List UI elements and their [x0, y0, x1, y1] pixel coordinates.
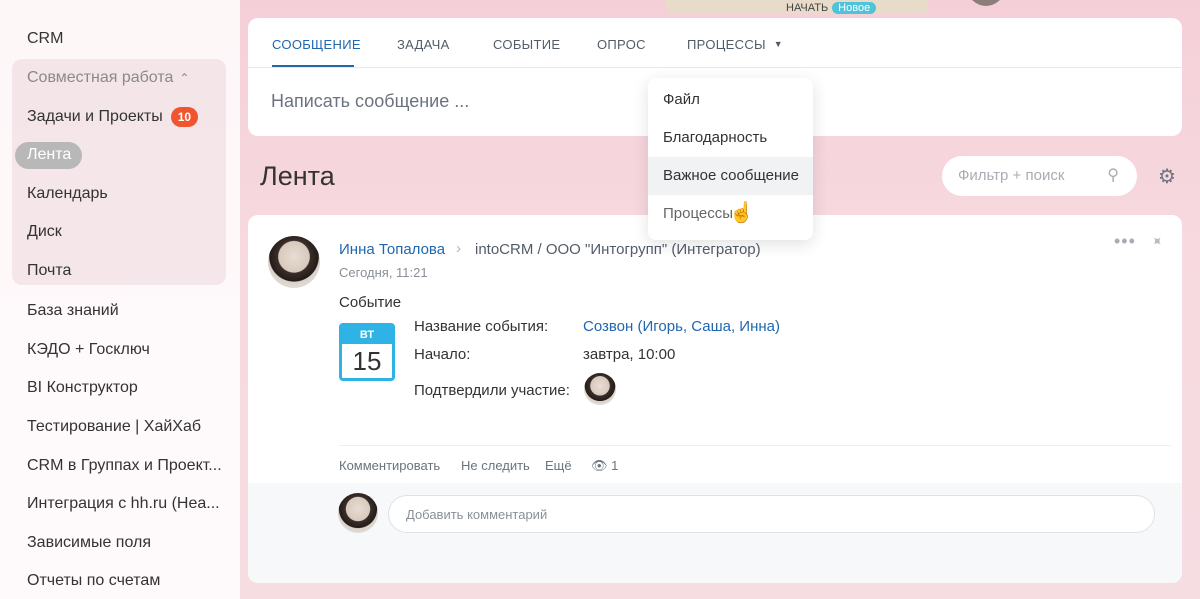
event-name-label: Название события: [414, 318, 549, 335]
sidebar-item-tasks[interactable]: Задачи и Проекты 10 [27, 106, 199, 128]
sidebar-item-label: База знаний [27, 302, 119, 319]
post-type: Событие [339, 294, 402, 311]
unfollow-link[interactable]: Не следить [461, 458, 530, 473]
sidebar-item-crm[interactable]: CRM [27, 28, 63, 50]
left-sidebar: CRM Совместная работа ⌃ Задачи и Проекты 1… [0, 0, 240, 599]
caret-down-icon: ▼ [773, 39, 783, 49]
sidebar-item-invoice-reports[interactable]: Отчеты по счетам [27, 570, 160, 592]
sidebar-item-dependent-fields[interactable]: Зависимые поля [27, 532, 151, 554]
feed-post: Инна Топалова › intoCRM / ООО "Интогрупп… [248, 215, 1182, 583]
chevron-right-icon: › [456, 240, 461, 257]
sidebar-item-label: Диск [27, 223, 62, 240]
sidebar-item-label: Почта [27, 262, 72, 279]
pin-icon[interactable]: ✦ [1147, 231, 1167, 251]
menu-item-file[interactable]: Файл [648, 81, 813, 119]
composer-tabs: СООБЩЕНИЕ ЗАДАЧА СОБЫТИЕ ОПРОС ПРОЦЕССЫ … [248, 18, 1182, 68]
current-user-avatar [338, 493, 378, 533]
divider [339, 445, 1171, 446]
top-promo-banner[interactable]: НАЧАТЬ Новое [666, 0, 928, 14]
calendar-weekday: ВТ [342, 326, 392, 344]
more-dots-icon[interactable]: ••• [1114, 231, 1136, 252]
menu-item-gratitude[interactable]: Благодарность [648, 119, 813, 157]
filter-placeholder: Фильтр + поиск [958, 167, 1065, 184]
sidebar-item-hh-integration[interactable]: Интеграция с hh.ru (Hea... [27, 493, 220, 515]
sidebar-item-label: BI Конструктор [27, 379, 138, 396]
sidebar-group-collaboration[interactable]: Совместная работа ⌃ [27, 67, 189, 89]
sidebar-item-testing[interactable]: Тестирование | ХайХаб [27, 416, 201, 438]
sidebar-item-label: Зависимые поля [27, 534, 151, 551]
sidebar-item-feed[interactable]: Лента [27, 144, 71, 166]
gear-icon[interactable]: ⚙ [1158, 164, 1176, 189]
message-input[interactable]: Написать сообщение ... [271, 91, 469, 112]
sidebar-item-bi[interactable]: BI Конструктор [27, 377, 138, 399]
sidebar-item-crm-groups[interactable]: CRM в Группах и Проект... [27, 455, 222, 477]
tab-task[interactable]: ЗАДАЧА [397, 37, 450, 52]
tab-poll[interactable]: ОПРОС [597, 37, 646, 52]
comment-input[interactable]: Добавить комментарий [388, 495, 1155, 533]
participant-avatar[interactable] [584, 373, 616, 405]
tab-processes[interactable]: ПРОЦЕССЫ ▼ [687, 37, 783, 52]
calendar-day: 15 [352, 346, 382, 376]
start-value: завтра, 10:00 [583, 346, 676, 363]
sidebar-item-label: Совместная работа [27, 69, 174, 86]
user-avatar[interactable] [967, 0, 1005, 6]
hand-cursor-icon: ☝ [729, 202, 754, 224]
start-label: Начало: [414, 346, 471, 363]
confirmed-label: Подтвердили участие: [414, 382, 570, 399]
sidebar-item-label: Лента [27, 146, 72, 163]
menu-item-important-message[interactable]: Важное сообщение [648, 157, 813, 195]
post-destination[interactable]: intoCRM / ООО "Интогрупп" (Интегратор) [475, 241, 761, 258]
sidebar-item-mail[interactable]: Почта [27, 260, 71, 282]
search-icon[interactable]: ⚲ [1107, 156, 1119, 196]
sidebar-item-kedo[interactable]: КЭДО + Госключ [27, 339, 150, 361]
sidebar-group-background [12, 59, 226, 285]
active-tab-underline [272, 65, 354, 67]
post-time[interactable]: Сегодня, 11:21 [339, 265, 428, 280]
sidebar-item-label: Задачи и Проекты [27, 108, 163, 125]
promo-new-badge: Новое [832, 2, 877, 14]
promo-start-label: НАЧАТЬ [786, 2, 829, 14]
more-link[interactable]: Ещё [545, 458, 572, 473]
chevron-up-icon: ⌃ [179, 71, 190, 85]
tab-processes-label: ПРОЦЕССЫ [687, 37, 766, 52]
sidebar-item-label: CRM [27, 30, 64, 47]
tab-event[interactable]: СОБЫТИЕ [493, 37, 560, 52]
views-count: 1 [611, 458, 619, 473]
eye-icon: 👁 [591, 458, 608, 473]
filter-search-input[interactable]: Фильтр + поиск ⚲ [942, 156, 1137, 196]
page-title: Лента [260, 161, 335, 191]
event-name-link[interactable]: Созвон (Игорь, Саша, Инна) [583, 318, 780, 335]
calendar-icon: ВТ 15 [339, 323, 395, 381]
views-counter: 👁 1 [591, 458, 618, 474]
counter-badge: 10 [170, 106, 199, 127]
author-name[interactable]: Инна Топалова [339, 241, 445, 258]
sidebar-item-label: КЭДО + Госключ [27, 341, 150, 358]
author-avatar[interactable] [268, 236, 320, 288]
sidebar-item-label: Календарь [27, 185, 108, 202]
sidebar-item-label: CRM в Группах и Проект... [27, 457, 222, 474]
comment-link[interactable]: Комментировать [339, 458, 440, 473]
sidebar-item-label: Отчеты по счетам [27, 572, 161, 589]
sidebar-item-label: Интеграция с hh.ru (Hea... [27, 495, 220, 512]
tab-message[interactable]: СООБЩЕНИЕ [272, 37, 361, 52]
sidebar-item-label: Тестирование | ХайХаб [27, 418, 202, 435]
sidebar-item-disk[interactable]: Диск [27, 221, 62, 243]
sidebar-item-calendar[interactable]: Календарь [27, 183, 108, 205]
sidebar-item-knowledge-base[interactable]: База знаний [27, 300, 119, 322]
